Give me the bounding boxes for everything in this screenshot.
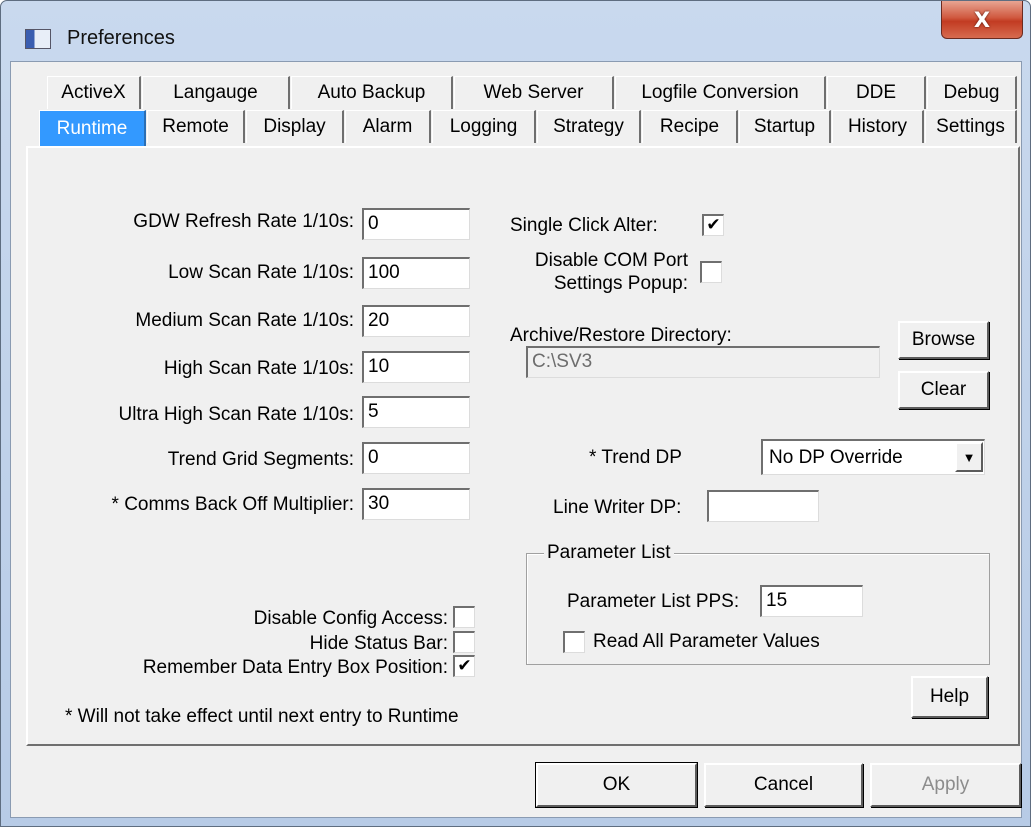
tab-display[interactable]: Display (246, 110, 344, 143)
tab-settings[interactable]: Settings (925, 110, 1017, 143)
disable-config-access-label: Disable Config Access: (253, 608, 448, 629)
tab-history[interactable]: History (832, 110, 924, 143)
preferences-window: Preferences X ActiveX Langauge Auto Back… (0, 0, 1031, 827)
apply-button[interactable]: Apply (870, 763, 1021, 807)
tab-alarm[interactable]: Alarm (345, 110, 431, 143)
tab-startup[interactable]: Startup (739, 110, 831, 143)
gdw-refresh-rate-input[interactable]: 0 (362, 208, 470, 240)
medium-scan-rate-label: Medium Scan Rate 1/10s: (135, 310, 354, 331)
trend-dp-dropdown[interactable]: No DP Override ▼ (761, 439, 985, 475)
low-scan-rate-label: Low Scan Rate 1/10s: (168, 262, 354, 283)
app-window-icon (25, 29, 51, 49)
disable-config-access-checkbox[interactable] (453, 606, 475, 628)
tab-dde[interactable]: DDE (827, 76, 926, 109)
tab-runtime[interactable]: Runtime (39, 110, 146, 147)
trend-dp-label: * Trend DP (589, 447, 682, 468)
comms-back-off-input[interactable]: 30 (362, 488, 470, 520)
gdw-refresh-rate-label: GDW Refresh Rate 1/10s: (133, 211, 354, 232)
trend-grid-segments-input[interactable]: 0 (362, 442, 470, 474)
disable-com-port-label-line1: Disable COM Port (534, 250, 688, 271)
cancel-button[interactable]: Cancel (704, 763, 863, 807)
archive-directory-input[interactable]: C:\SV3 (526, 346, 880, 378)
browse-button[interactable]: Browse (898, 321, 989, 359)
line-writer-dp-input[interactable] (707, 490, 819, 522)
parameter-list-pps-label: Parameter List PPS: (567, 591, 740, 612)
tab-logging[interactable]: Logging (432, 110, 536, 143)
ok-button[interactable]: OK (536, 763, 697, 807)
help-button[interactable]: Help (911, 676, 988, 718)
high-scan-rate-label: High Scan Rate 1/10s: (163, 358, 354, 379)
low-scan-rate-input[interactable]: 100 (362, 257, 470, 289)
title-bar[interactable]: Preferences X (1, 1, 1030, 61)
tab-logfile-conversion[interactable]: Logfile Conversion (615, 76, 826, 109)
tab-remote[interactable]: Remote (147, 110, 245, 143)
tab-debug[interactable]: Debug (927, 76, 1017, 109)
chevron-down-icon[interactable]: ▼ (955, 442, 983, 472)
comms-back-off-label: * Comms Back Off Multiplier: (111, 494, 354, 515)
ultra-high-scan-rate-input[interactable]: 5 (362, 396, 470, 428)
disable-com-port-checkbox[interactable] (700, 261, 722, 283)
trend-dp-selected-value: No DP Override (769, 447, 903, 468)
tab-strategy[interactable]: Strategy (537, 110, 641, 143)
high-scan-rate-input[interactable]: 10 (362, 351, 470, 383)
single-click-alter-checkbox[interactable]: ✔ (702, 214, 724, 236)
tab-langauge[interactable]: Langauge (142, 76, 290, 109)
window-title: Preferences (67, 27, 175, 49)
ultra-high-scan-rate-label: Ultra High Scan Rate 1/10s: (118, 404, 354, 425)
tab-activex[interactable]: ActiveX (47, 76, 141, 109)
tab-recipe[interactable]: Recipe (642, 110, 738, 143)
clear-button[interactable]: Clear (898, 371, 989, 409)
hide-status-bar-label: Hide Status Bar: (309, 633, 448, 654)
read-all-parameter-values-checkbox[interactable] (563, 631, 585, 653)
parameter-list-group-title: Parameter List (544, 542, 674, 564)
remember-data-entry-checkbox[interactable]: ✔ (453, 655, 475, 677)
medium-scan-rate-input[interactable]: 20 (362, 305, 470, 337)
tab-auto-backup[interactable]: Auto Backup (291, 76, 453, 109)
trend-grid-segments-label: Trend Grid Segments: (167, 449, 354, 470)
single-click-alter-label: Single Click Alter: (510, 215, 658, 236)
line-writer-dp-label: Line Writer DP: (553, 497, 682, 518)
tab-web-server[interactable]: Web Server (454, 76, 614, 109)
close-button[interactable]: X (941, 1, 1023, 39)
parameter-list-pps-input[interactable]: 15 (760, 585, 863, 617)
hide-status-bar-checkbox[interactable] (453, 631, 475, 653)
read-all-parameter-values-label: Read All Parameter Values (593, 631, 820, 652)
remember-data-entry-label: Remember Data Entry Box Position: (142, 657, 448, 678)
disable-com-port-label-line2: Settings Popup: (553, 273, 688, 294)
footnote-text: * Will not take effect until next entry … (65, 706, 459, 727)
archive-directory-label: Archive/Restore Directory: (510, 325, 732, 346)
